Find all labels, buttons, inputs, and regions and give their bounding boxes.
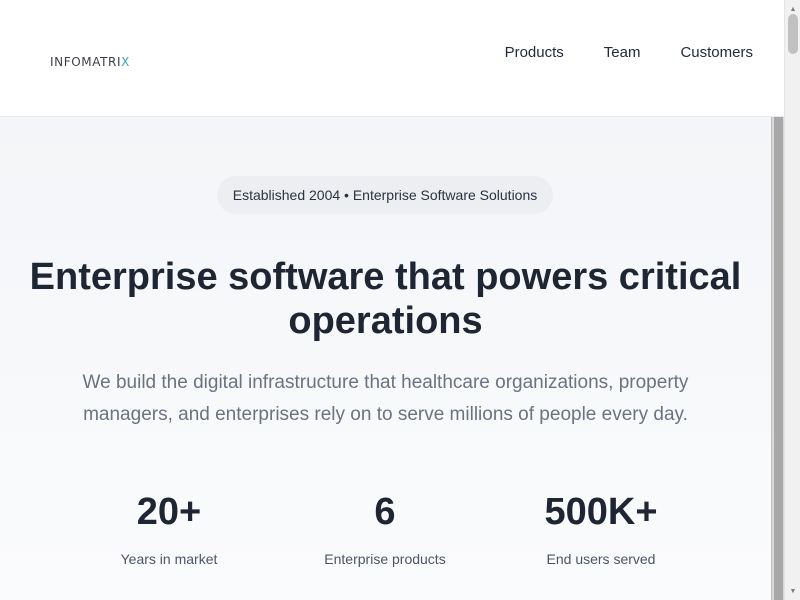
nav-item-customers[interactable]: Customers [680,43,753,63]
logo-text: INFOMATRI [50,55,122,69]
stat-label: Enterprise products [324,551,446,567]
stat-users: 500K+ End users served [501,489,701,567]
stat-label: End users served [546,551,656,567]
stat-years: 20+ Years in market [69,489,269,567]
nav-item-team[interactable]: Team [604,43,641,63]
stat-value: 20+ [136,491,202,533]
hero-headline: Enterprise software that powers critical… [29,256,742,342]
established-badge: Established 2004 • Enterprise Software S… [217,176,553,214]
content-scrollbar[interactable] [771,117,784,600]
stat-label: Years in market [120,551,218,567]
stat-value: 500K+ [544,491,658,533]
logo[interactable]: INFOMATRI X [50,54,130,70]
stat-products: 6 Enterprise products [285,489,485,567]
logo-accent: X [121,55,130,69]
content-scrollbar-thumb[interactable] [774,117,783,600]
site-header: INFOMATRI X Products Team Customers [0,0,784,117]
scroll-down-icon[interactable]: ▼ [785,584,800,598]
stat-value: 6 [374,491,396,533]
page-scrollbar[interactable]: ▲ ▼ [784,0,800,600]
nav-item-products[interactable]: Products [505,43,564,63]
hero-section: Established 2004 • Enterprise Software S… [0,117,771,600]
page-scrollbar-thumb[interactable] [788,14,798,54]
main-nav: Products Team Customers [505,43,753,63]
hero-subhead: We build the digital infrastructure that… [82,372,689,425]
